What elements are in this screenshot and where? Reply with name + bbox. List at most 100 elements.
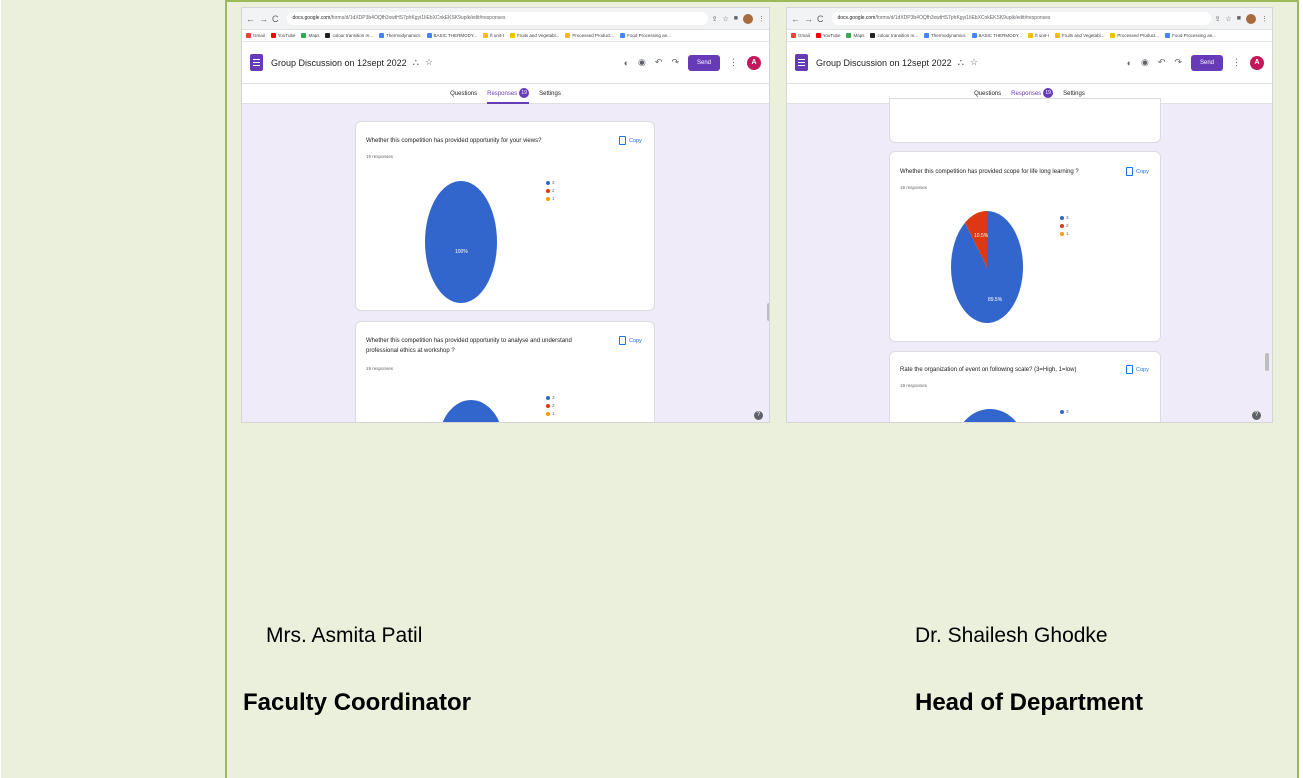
star-icon[interactable]: ☆ (425, 57, 433, 68)
redo-icon[interactable]: ↷ (671, 57, 679, 68)
pie-slice (963, 409, 1017, 422)
scrollbar[interactable] (1265, 353, 1269, 371)
legend-item: 3 (1060, 214, 1069, 222)
bookmark-item[interactable]: Maps (846, 33, 864, 38)
customize-theme-icon[interactable]: ◐ (624, 58, 629, 68)
profile-avatar-icon[interactable] (743, 13, 753, 24)
bookmark-item[interactable]: Thermodynamics (378, 33, 421, 38)
drive-icon (483, 33, 489, 38)
tab-responses[interactable]: Responses 19 (487, 84, 530, 104)
bookmark-item[interactable]: colour transition m... (325, 33, 373, 38)
pie-chart: 89.5% 10.5% (951, 211, 1023, 323)
copy-button[interactable]: Copy (619, 336, 642, 345)
url-path: /forms/d/1dXDP3b4OQfh3xwtHS7phKgyi1IiEbX… (875, 15, 1051, 21)
response-count: 19 responses (366, 154, 394, 159)
account-avatar[interactable]: A (747, 55, 761, 70)
forms-logo-icon[interactable] (795, 54, 808, 71)
legend-item: 3 (1060, 408, 1069, 416)
undo-icon[interactable]: ↶ (1158, 57, 1166, 68)
browser-toolbar: ← → C docs.google.com/forms/d/1dXDP3b4OQ… (242, 8, 769, 30)
drive-icon (1165, 33, 1171, 38)
copy-button[interactable]: Copy (1126, 365, 1149, 374)
form-tabs: Questions Responses 19 Settings (242, 84, 769, 104)
reload-icon[interactable]: C (272, 14, 279, 24)
response-count: 19 responses (900, 185, 928, 190)
star-icon[interactable]: ☆ (722, 15, 728, 23)
forward-icon[interactable]: → (804, 14, 813, 24)
menu-icon[interactable]: ⋮ (758, 15, 765, 23)
drive-icon (426, 33, 432, 38)
back-icon[interactable]: ← (246, 14, 255, 24)
drive-icon (923, 33, 929, 38)
sidepanel-icon[interactable]: ■ (734, 15, 738, 22)
copy-button[interactable]: Copy (1126, 167, 1149, 176)
bookmark-item[interactable]: Gmail (791, 33, 810, 38)
forward-icon[interactable]: → (259, 14, 268, 24)
bookmark-item[interactable]: BASIC THERMODY... (971, 33, 1022, 38)
tab-settings[interactable]: Settings (539, 84, 561, 104)
legend-swatch (546, 412, 550, 416)
left-signatory-name: Mrs. Asmita Patil (266, 624, 423, 647)
address-bar[interactable]: docs.google.com/forms/d/1dXDP3b4OQfh3xwt… (831, 12, 1211, 25)
bookmark-item[interactable]: colour transition m... (870, 33, 918, 38)
site-icon (325, 33, 331, 38)
help-icon[interactable]: ? (1252, 411, 1261, 420)
move-to-folder-icon[interactable]: ⛬ (413, 57, 419, 68)
help-icon[interactable]: ? (754, 411, 763, 420)
star-icon[interactable]: ☆ (1225, 15, 1231, 23)
bookmark-item[interactable]: Fruits and Vegetabl... (509, 33, 559, 38)
bookmark-item[interactable]: Thermodynamics (923, 33, 966, 38)
bookmark-item[interactable]: Fruits and Vegetabl... (1054, 33, 1104, 38)
bookmark-item[interactable]: ft unit-I (483, 33, 504, 38)
question-line: professional ethics at workshop ? (366, 348, 455, 354)
menu-icon[interactable]: ⋮ (1261, 15, 1268, 23)
customize-theme-icon[interactable]: ◐ (1127, 58, 1132, 68)
scrollbar[interactable] (767, 303, 769, 321)
forms-logo-icon[interactable] (250, 54, 263, 71)
pie-slice-label: 100% (455, 249, 468, 255)
bookmark-item[interactable]: Processed Product... (1110, 33, 1159, 38)
left-signatory-role: Faculty Coordinator (243, 689, 472, 716)
sidepanel-icon[interactable]: ■ (1237, 15, 1241, 22)
bookmark-item[interactable]: YouTube (815, 33, 840, 38)
bookmark-item[interactable]: Food Processing an... (1165, 33, 1216, 38)
preview-icon[interactable]: ◉ (638, 57, 646, 68)
form-title[interactable]: Group Discussion on 12sept 2022 (271, 58, 407, 68)
send-button[interactable]: Send (687, 54, 720, 71)
bookmark-item[interactable]: ft unit-I (1028, 33, 1049, 38)
preview-icon[interactable]: ◉ (1141, 57, 1149, 68)
legend-item: 2 (546, 187, 555, 195)
bookmark-item[interactable]: Maps (301, 33, 319, 38)
bookmark-item[interactable]: Gmail (246, 33, 265, 38)
redo-icon[interactable]: ↷ (1174, 57, 1182, 68)
more-options-icon[interactable]: ⋮ (1232, 57, 1241, 68)
tab-questions[interactable]: Questions (450, 84, 477, 104)
back-icon[interactable]: ← (791, 14, 800, 24)
bookmark-item[interactable]: Food Processing an... (620, 33, 671, 38)
question-text: Whether this competition has provided op… (366, 336, 572, 356)
legend-swatch (546, 197, 550, 201)
legend-item: 1 (546, 410, 555, 418)
question-line: Whether this competition has provided op… (366, 338, 572, 344)
form-title[interactable]: Group Discussion on 12sept 2022 (816, 58, 952, 68)
bookmark-item[interactable]: Processed Product... (565, 33, 614, 38)
share-icon[interactable]: ⇪ (1215, 15, 1221, 23)
chart-legend: 3 (1060, 408, 1069, 416)
send-button[interactable]: Send (1190, 54, 1223, 71)
copy-button[interactable]: Copy (619, 136, 642, 145)
reload-icon[interactable]: C (817, 14, 824, 24)
legend-item: 1 (546, 195, 555, 203)
undo-icon[interactable]: ↶ (655, 57, 663, 68)
account-avatar[interactable]: A (1250, 55, 1264, 70)
star-icon[interactable]: ☆ (970, 57, 978, 68)
move-to-folder-icon[interactable]: ⛬ (958, 57, 964, 68)
forms-header: Group Discussion on 12sept 2022 ⛬ ☆ ◐ ◉ … (787, 42, 1272, 84)
forms-screenshot-right: ← → C docs.google.com/forms/d/1dXDP3b4OQ… (786, 7, 1273, 423)
share-icon[interactable]: ⇪ (712, 15, 718, 23)
address-bar[interactable]: docs.google.com/forms/d/1dXDP3b4OQfh3xwt… (286, 12, 708, 25)
chart-legend: 3 2 1 (1060, 214, 1069, 238)
more-options-icon[interactable]: ⋮ (729, 57, 738, 68)
profile-avatar-icon[interactable] (1246, 13, 1256, 24)
bookmark-item[interactable]: BASIC THERMODY... (426, 33, 477, 38)
bookmark-item[interactable]: YouTube (270, 33, 295, 38)
